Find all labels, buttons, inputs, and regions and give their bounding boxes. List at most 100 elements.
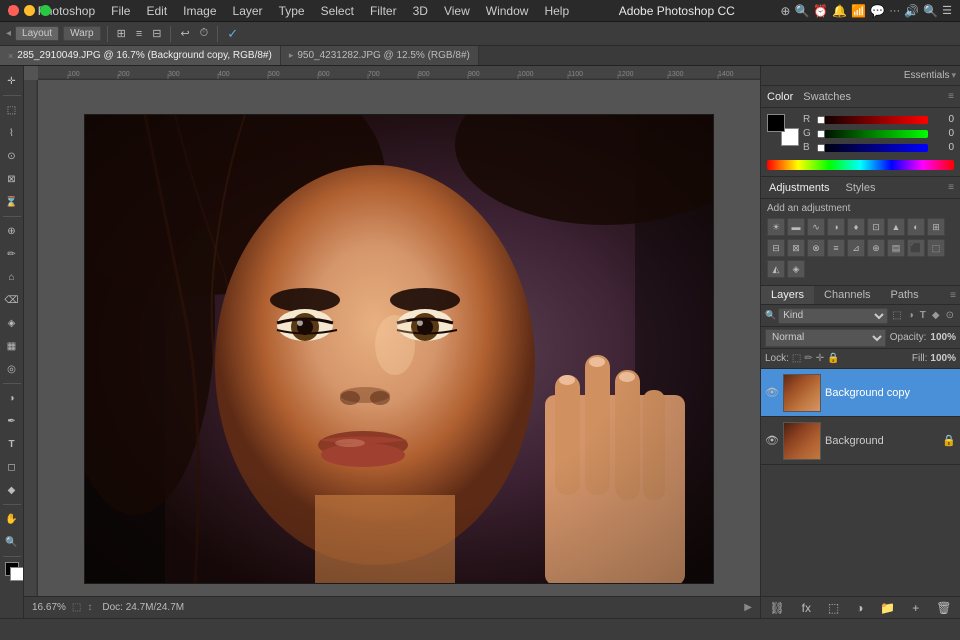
workspace-arrow[interactable]: ▾ bbox=[951, 70, 956, 81]
dodge-tool[interactable]: ◑ bbox=[1, 387, 23, 409]
styles-tab[interactable]: Styles bbox=[838, 177, 884, 198]
layer-item-background[interactable]: 👁 Background 🔒 bbox=[761, 417, 960, 465]
search-icon[interactable]: 🔍 bbox=[794, 4, 809, 18]
posterize-adj[interactable]: ≡ bbox=[827, 239, 845, 257]
path-tool[interactable]: ◻ bbox=[1, 456, 23, 478]
lasso-tool[interactable]: ⌇ bbox=[1, 122, 23, 144]
history-tool[interactable]: ⌫ bbox=[1, 289, 23, 311]
g-thumb[interactable] bbox=[817, 130, 825, 138]
menu-image[interactable]: Image bbox=[175, 2, 224, 20]
channels-tab[interactable]: Channels bbox=[814, 286, 880, 304]
status-icon-2[interactable]: ↕ bbox=[87, 602, 92, 613]
menu-select[interactable]: Select bbox=[313, 2, 362, 20]
colorlookup-adj[interactable]: ⊠ bbox=[787, 239, 805, 257]
menu-layer[interactable]: Layer bbox=[225, 2, 271, 20]
selectivecolor-adj[interactable]: ⊕ bbox=[867, 239, 885, 257]
menu-view[interactable]: View bbox=[436, 2, 478, 20]
pen-tool[interactable]: ✒ bbox=[1, 410, 23, 432]
hsl-adj[interactable]: ⊡ bbox=[867, 218, 885, 236]
foreground-swatch[interactable] bbox=[767, 114, 785, 132]
filter-adjust-icon[interactable]: ◑ bbox=[906, 309, 916, 322]
menu-edit[interactable]: Edit bbox=[138, 2, 175, 20]
fill-value[interactable]: 100% bbox=[930, 353, 956, 364]
layers-tab[interactable]: Layers bbox=[761, 286, 814, 304]
levels-adj[interactable]: ▬ bbox=[787, 218, 805, 236]
marquee-tool[interactable]: ⬚ bbox=[1, 99, 23, 121]
undo-icon[interactable]: ↩ bbox=[177, 27, 192, 40]
filter-shape-icon[interactable]: ◆ bbox=[930, 309, 942, 322]
r-slider[interactable] bbox=[817, 116, 928, 124]
menu-type[interactable]: Type bbox=[271, 2, 313, 20]
minimize-button[interactable] bbox=[24, 5, 35, 16]
hand-tool[interactable]: ✋ bbox=[1, 508, 23, 530]
status-icon-1[interactable]: ⬚ bbox=[72, 602, 81, 613]
paths-tab[interactable]: Paths bbox=[881, 286, 929, 304]
gradient-adj[interactable]: ▤ bbox=[887, 239, 905, 257]
colorbalance-adj[interactable]: ▲ bbox=[887, 218, 905, 236]
photofilt-adj[interactable]: ⊞ bbox=[927, 218, 945, 236]
new-adj-layer-btn[interactable]: ◑ bbox=[856, 601, 863, 615]
layer-eye-icon-1[interactable]: 👁 bbox=[765, 386, 779, 399]
tab-1-close[interactable]: × bbox=[8, 51, 13, 61]
menu-extras-icon[interactable]: ☰ bbox=[942, 4, 952, 17]
close-button[interactable] bbox=[8, 5, 19, 16]
b-slider[interactable] bbox=[817, 144, 928, 152]
clone-tool[interactable]: ⌂ bbox=[1, 266, 23, 288]
adjustments-tab[interactable]: Adjustments bbox=[761, 177, 838, 198]
color-swatches[interactable] bbox=[767, 114, 799, 146]
quick-select-tool[interactable]: ⊙ bbox=[1, 145, 23, 167]
pattern-adj[interactable]: ⬚ bbox=[927, 239, 945, 257]
blend-mode-select[interactable]: Normal bbox=[765, 329, 886, 347]
volume-icon[interactable]: 🔊 bbox=[904, 4, 919, 18]
grid-icon-2[interactable]: ≡ bbox=[133, 28, 145, 40]
zoom-tool[interactable]: 🔍 bbox=[1, 531, 23, 553]
invert-adj[interactable]: ⊗ bbox=[807, 239, 825, 257]
color-panel-menu[interactable]: ≡ bbox=[942, 86, 960, 107]
link-layers-btn[interactable]: ⛓ bbox=[769, 601, 784, 615]
new-group-btn[interactable]: 📁 bbox=[880, 601, 895, 615]
lock-position-icon[interactable]: ✛ bbox=[816, 353, 824, 364]
play-icon[interactable]: ▶ bbox=[744, 602, 752, 613]
clock-icon[interactable]: ⏱ bbox=[197, 27, 212, 40]
shape-tool[interactable]: ◆ bbox=[1, 479, 23, 501]
exposure-adj[interactable]: ◑ bbox=[827, 218, 845, 236]
speech-icon[interactable]: 💬 bbox=[870, 4, 885, 18]
photo-canvas[interactable] bbox=[84, 114, 714, 584]
notification-icon[interactable]: 🔔 bbox=[832, 4, 847, 18]
brush-tool[interactable]: ✏ bbox=[1, 243, 23, 265]
opacity-value[interactable]: 100% bbox=[930, 332, 956, 343]
curves-adj[interactable]: ∿ bbox=[807, 218, 825, 236]
maximize-button[interactable] bbox=[40, 5, 51, 16]
crop-tool[interactable]: ⊠ bbox=[1, 168, 23, 190]
menu-window[interactable]: Window bbox=[478, 2, 537, 20]
g-slider[interactable] bbox=[817, 130, 928, 138]
add-style-btn[interactable]: fx bbox=[802, 601, 811, 615]
eyedropper-tool[interactable]: ⌛ bbox=[1, 191, 23, 213]
tab-1[interactable]: × 285_2910049.JPG @ 16.7% (Background co… bbox=[0, 46, 281, 65]
color-spectrum[interactable] bbox=[767, 160, 954, 170]
text-tool[interactable]: T bbox=[1, 433, 23, 455]
adj-panel-menu[interactable]: ≡ bbox=[942, 177, 960, 198]
layer-kind-select[interactable]: Kind bbox=[778, 308, 888, 324]
grid-icon-3[interactable]: ⊟ bbox=[149, 27, 164, 40]
move-tool[interactable]: ✛ bbox=[1, 70, 23, 92]
back-arrow-icon[interactable]: ◂ bbox=[6, 28, 11, 39]
gradient-tool[interactable]: ▦ bbox=[1, 335, 23, 357]
lock-all-icon[interactable]: 🔒 bbox=[827, 353, 839, 364]
lock-image-icon[interactable]: ✏ bbox=[804, 353, 812, 364]
blur-tool[interactable]: ◎ bbox=[1, 358, 23, 380]
bw-adj[interactable]: ◐ bbox=[907, 218, 925, 236]
hdr-adj[interactable]: ◈ bbox=[787, 260, 805, 278]
wifi-icon[interactable]: 📶 bbox=[851, 4, 866, 18]
swatches-tab[interactable]: Swatches bbox=[803, 91, 851, 103]
menu-file[interactable]: File bbox=[103, 2, 138, 20]
filter-smart-icon[interactable]: ⊙ bbox=[944, 309, 956, 322]
layers-panel-menu[interactable]: ≡ bbox=[946, 286, 960, 304]
tab-2[interactable]: ▸ 950_4231282.JPG @ 12.5% (RGB/8#) bbox=[281, 46, 479, 65]
filter-pixel-icon[interactable]: ⬚ bbox=[890, 309, 903, 322]
color-tab[interactable]: Color bbox=[767, 91, 793, 103]
shadow-adj[interactable]: ◭ bbox=[767, 260, 785, 278]
zoom-magnifier-icon[interactable]: 🔍 bbox=[923, 4, 938, 18]
new-layer-btn[interactable]: + bbox=[912, 601, 919, 615]
layer-eye-icon-2[interactable]: 👁 bbox=[765, 434, 779, 447]
